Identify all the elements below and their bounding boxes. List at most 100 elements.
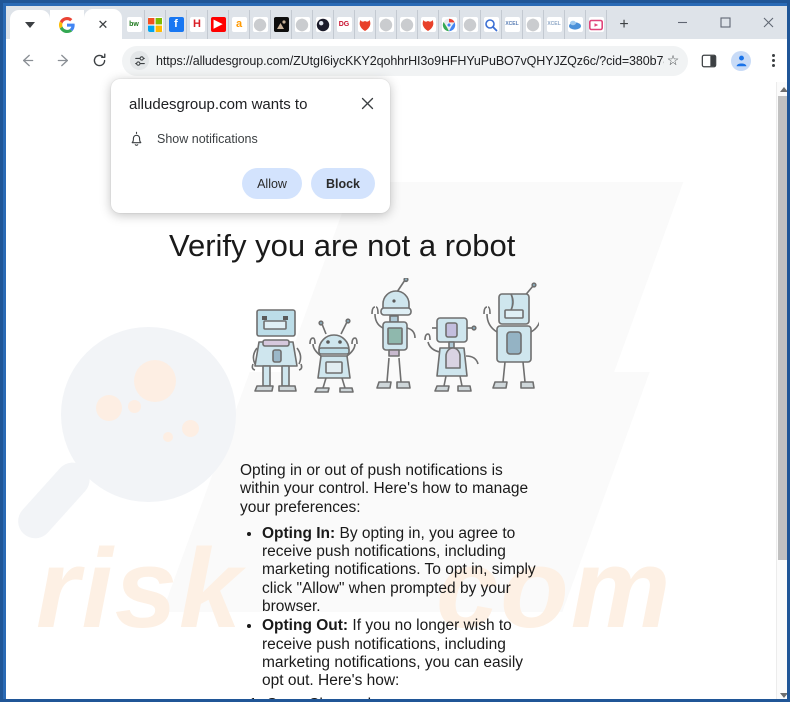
close-window-button[interactable] [747,6,787,39]
minimize-icon [678,21,687,24]
watermark-text: risk [36,526,244,651]
pinned-tab[interactable]: f [166,10,187,39]
forward-button[interactable] [48,46,78,76]
new-tab-button[interactable]: + [611,10,637,39]
bu-favicon: bw [126,17,142,32]
robot-icon-4 [424,317,479,392]
maximize-icon [720,17,731,28]
pinned-tab[interactable] [376,10,397,39]
pinned-tab[interactable] [523,10,544,39]
minimize-button[interactable] [661,6,704,39]
scroll-up-button[interactable] [777,82,787,96]
pinned-tab[interactable]: bw [124,10,145,39]
robot-icon-1 [251,309,303,392]
globe-favicon-3 [378,17,394,32]
pinned-tab[interactable]: XCEL [544,10,565,39]
back-button[interactable] [12,46,42,76]
chrome-favicon [441,17,457,32]
allow-button[interactable]: Allow [242,168,302,199]
block-button[interactable]: Block [310,168,375,199]
list-item: Opting In: By opting in, you agree to re… [262,525,540,616]
robot-icon-2 [309,318,358,393]
pinned-tab[interactable] [481,10,502,39]
pinned-tab[interactable]: XCEL [502,10,523,39]
forward-arrow-icon [57,54,68,67]
browser-window: ✕ bw f H ▶ a DG XCEL XCEL + https://allu… [0,0,790,702]
pinned-tab[interactable]: DG [334,10,355,39]
pinned-tab[interactable] [397,10,418,39]
bookmark-star-icon[interactable]: ☆ [664,52,682,69]
pinned-tab[interactable] [565,10,586,39]
tab-search-button[interactable] [10,10,50,39]
active-tab[interactable]: ✕ [84,9,122,39]
side-panel-icon [701,54,717,67]
site-settings-icon[interactable] [130,51,149,70]
person-icon [736,55,746,67]
permission-row: Show notifications [129,131,258,147]
pinned-tab[interactable] [313,10,334,39]
caret-down-icon [780,692,787,698]
back-arrow-icon [22,54,33,67]
tab-google[interactable] [50,10,84,39]
tune-sliders-icon [134,55,145,66]
pinned-tab[interactable] [418,10,439,39]
globe-favicon-2 [294,17,310,32]
permission-dialog-title: alludesgroup.com wants to [129,96,308,113]
pinned-tab[interactable] [250,10,271,39]
profile-button[interactable] [726,46,756,76]
chevron-down-icon [25,21,35,28]
pinned-tab[interactable]: ▶ [208,10,229,39]
maximize-button[interactable] [704,6,747,39]
step-item: Open Chrome browser on your desktop. [266,696,540,699]
robots-illustration [249,278,539,394]
pinned-tabs: bw f H ▶ a DG XCEL XCEL [124,10,607,39]
google-icon [59,16,75,33]
xcel-favicon-2: XCEL [546,17,562,32]
pinned-tab[interactable] [292,10,313,39]
list-item-term: Opting Out: [262,617,349,635]
side-panel-button[interactable] [694,46,724,76]
url-text[interactable]: https://alludesgroup.com/ZUtgI6iycKKY2qo… [156,54,664,68]
page-scrollbar[interactable] [776,82,787,699]
robot-icon-5 [483,282,539,389]
pinned-tab[interactable]: H [187,10,208,39]
magnifier-watermark-icon [61,327,236,502]
pinned-tab[interactable] [586,10,607,39]
microsoft-favicon [147,17,163,32]
search-favicon [483,17,499,32]
watermark-dot-1 [134,360,176,402]
list-item: Opting Out: If you no longer wish to rec… [262,617,540,690]
caret-up-icon [780,86,787,92]
pinned-tab[interactable]: a [229,10,250,39]
pinned-tab[interactable] [460,10,481,39]
scroll-down-button[interactable] [777,688,787,699]
permission-dialog-close-button[interactable] [356,92,378,114]
notification-permission-dialog: alludesgroup.com wants to Show notificat… [111,79,390,213]
tab-strip: ✕ bw f H ▶ a DG XCEL XCEL + [6,6,787,39]
watermark-dot-4 [182,420,199,437]
dark-circle-favicon [315,17,331,32]
scrollbar-thumb[interactable] [778,96,787,560]
address-bar[interactable]: https://alludesgroup.com/ZUtgI6iycKKY2qo… [122,45,688,76]
reload-button[interactable] [84,46,114,76]
close-icon[interactable]: ✕ [98,18,109,31]
pinned-tab[interactable] [439,10,460,39]
youtube-favicon: ▶ [210,17,226,32]
globe-favicon-6 [525,17,541,32]
pinned-tab[interactable] [145,10,166,39]
avatar [731,50,751,71]
globe-favicon-5 [462,17,478,32]
page-body: Opting in or out of push notifications i… [240,462,540,699]
blue-blob-favicon [567,17,583,32]
firefox-red-favicon-2 [420,17,436,32]
intro-paragraph: Opting in or out of push notifications i… [240,462,529,516]
bell-icon [131,131,142,146]
watermark-dot-5 [163,432,173,442]
globe-favicon-1 [252,17,268,32]
pinned-tab[interactable] [271,10,292,39]
h-favicon: H [189,17,205,32]
page-title: Verify you are not a robot [169,228,516,263]
browser-menu-button[interactable] [758,46,787,76]
pinned-tab[interactable] [355,10,376,39]
list-item-term: Opting In: [262,524,336,542]
